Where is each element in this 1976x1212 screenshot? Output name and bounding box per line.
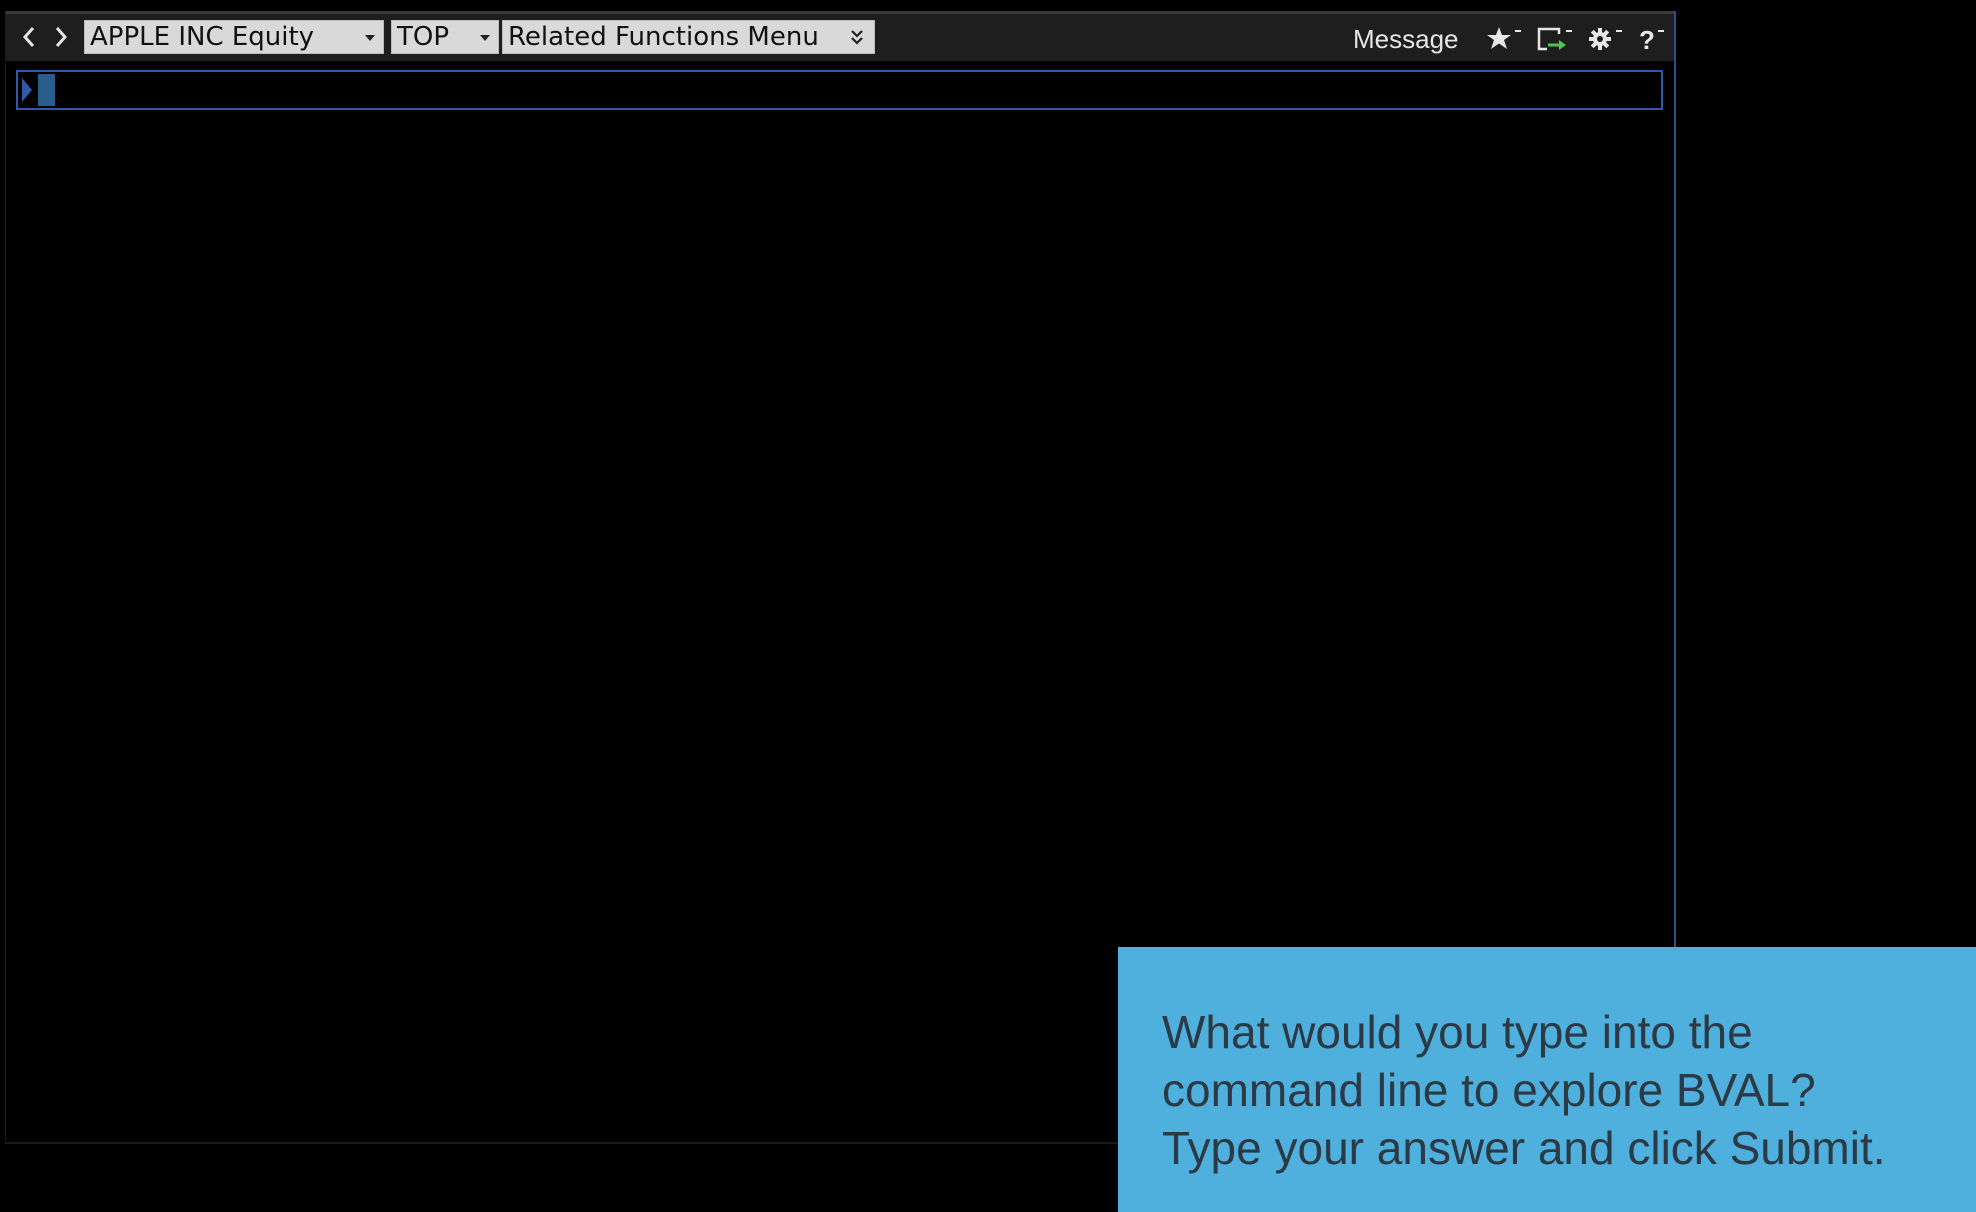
- related-functions-dropdown[interactable]: Related Functions Menu: [502, 20, 875, 54]
- gear-icon: [1589, 28, 1622, 50]
- command-input[interactable]: [58, 72, 1662, 110]
- toolbar: APPLE INC Equity TOP Related Functions M…: [6, 11, 1674, 61]
- menu-dropdown-label: TOP: [397, 22, 450, 52]
- prompt-line-1: What would you type into the: [1162, 1006, 1753, 1058]
- back-button[interactable]: [16, 22, 42, 54]
- menu-dropdown[interactable]: TOP: [391, 20, 499, 54]
- question-prompt-box: What would you type into the command lin…: [1118, 947, 1976, 1212]
- prompt-line-2: command line to explore BVAL?: [1162, 1064, 1816, 1116]
- help-button[interactable]: ?: [1636, 24, 1676, 54]
- chevron-right-icon: [55, 27, 68, 47]
- command-line[interactable]: [16, 70, 1663, 110]
- export-button[interactable]: [1535, 24, 1575, 54]
- prompt-line-3: Type your answer and click Submit.: [1162, 1122, 1886, 1174]
- command-cursor: [38, 74, 55, 106]
- caret-down-icon: [365, 35, 375, 41]
- svg-text:?: ?: [1639, 25, 1655, 54]
- star-icon: [1487, 27, 1521, 49]
- command-prompt-arrow-icon: [22, 78, 32, 102]
- export-icon: [1537, 27, 1572, 51]
- message-link[interactable]: Message: [1353, 24, 1459, 54]
- caret-down-icon: [480, 35, 490, 41]
- double-chevron-down-icon: [851, 30, 863, 45]
- settings-button[interactable]: [1586, 24, 1626, 54]
- chevron-left-icon: [22, 27, 35, 47]
- related-functions-label: Related Functions Menu: [508, 22, 819, 52]
- help-icon: ?: [1639, 25, 1664, 54]
- favorites-button[interactable]: [1485, 24, 1525, 54]
- security-dropdown-label: APPLE INC Equity: [90, 22, 315, 52]
- security-dropdown[interactable]: APPLE INC Equity: [84, 20, 384, 54]
- forward-button[interactable]: [48, 22, 74, 54]
- page: APPLE INC Equity TOP Related Functions M…: [0, 0, 1976, 1212]
